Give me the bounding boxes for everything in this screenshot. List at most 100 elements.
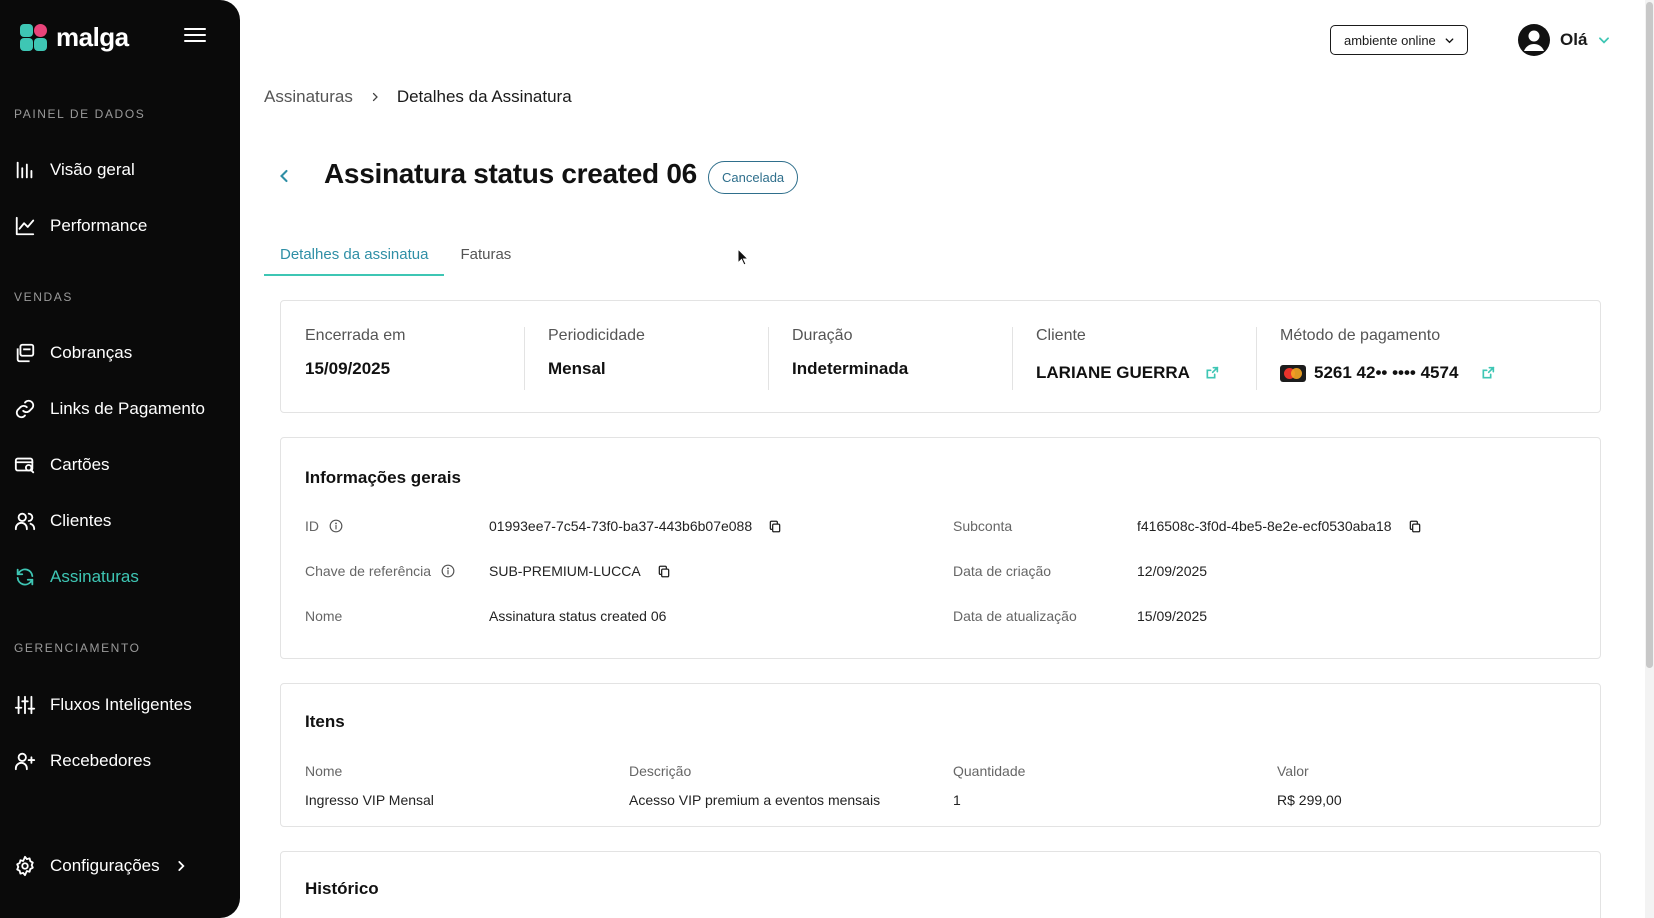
subaccount-value: f416508c-3f0d-4be5-8e2e-ecf0530aba18 (1137, 518, 1422, 534)
name-value: Assinatura status created 06 (489, 608, 667, 624)
row-label-text: ID (305, 518, 319, 534)
sidebar-item-performance[interactable]: Performance (14, 206, 224, 246)
duration-value: Indeterminada (792, 359, 909, 378)
sidebar-item-visao-geral[interactable]: Visão geral (14, 150, 224, 190)
summary-label: Cliente (1036, 327, 1086, 344)
avatar-icon (1518, 24, 1550, 56)
sidebar-item-label: Fluxos Inteligentes (50, 695, 192, 714)
sidebar-item-links-de-pagamento[interactable]: Links de Pagamento (14, 389, 224, 429)
sidebar-item-recebedores[interactable]: Recebedores (14, 741, 224, 781)
link-icon (15, 399, 35, 419)
sidebar-item-cartoes[interactable]: Cartões (14, 445, 224, 485)
card-title: Itens (305, 712, 345, 731)
column-header-value: Valor (1277, 763, 1309, 779)
summary-value: 5261 42•• •••• 4574 (1280, 363, 1596, 383)
summary-label: Encerrada em (305, 327, 406, 344)
card-title: Histórico (305, 879, 379, 898)
section-vendas: VENDAS (14, 290, 73, 304)
summary-period: Periodicidade Mensal (524, 327, 768, 412)
item-value: R$ 299,00 (1277, 792, 1342, 808)
scrollbar-thumb[interactable] (1646, 2, 1653, 668)
logo-mark-icon (20, 23, 48, 52)
reference-value: SUB-PREMIUM-LUCCA (489, 563, 671, 579)
external-link-icon[interactable] (1204, 365, 1220, 381)
item-name: Ingresso VIP Mensal (305, 792, 434, 808)
summary-value: LARIANE GUERRA (1036, 363, 1256, 383)
updated-value: 15/09/2025 (1137, 608, 1208, 624)
back-button[interactable] (274, 165, 294, 187)
created-value: 12/09/2025 (1137, 563, 1208, 579)
summary-value: Indeterminada (792, 359, 1012, 379)
user-plus-icon (14, 752, 36, 771)
sidebar-item-label: Cartões (50, 455, 110, 474)
id-text: 01993ee7-7c54-73f0-ba37-443b6b07e088 (489, 518, 753, 534)
id-value: 01993ee7-7c54-73f0-ba37-443b6b07e088 (489, 518, 782, 534)
info-icon[interactable] (329, 519, 343, 533)
ended-date: 15/09/2025 (305, 359, 391, 378)
copy-icon[interactable] (657, 564, 671, 579)
summary-ended: Encerrada em 15/09/2025 (281, 327, 524, 412)
summary-payment: Método de pagamento 5261 42•• •••• 4574 (1256, 327, 1596, 412)
chevron-right-icon (372, 92, 378, 102)
users-icon (14, 512, 36, 531)
sidebar-item-label: Cobranças (50, 343, 133, 362)
section-gerenciamento: GERENCIAMENTO (14, 641, 141, 655)
sidebar-item-clientes[interactable]: Clientes (14, 501, 224, 541)
summary-value: Mensal (548, 359, 768, 379)
sidebar-item-label: Recebedores (50, 751, 152, 770)
items-card: Itens Nome Descrição Quantidade Valor In… (280, 683, 1601, 827)
summary-value: 15/09/2025 (305, 359, 524, 379)
card-title: Informações gerais (305, 468, 461, 487)
item-quantity: 1 (953, 792, 961, 808)
copy-icon[interactable] (768, 519, 782, 534)
id-label: ID (305, 518, 343, 534)
sidebar-item-label: Clientes (50, 511, 112, 530)
mouse-cursor-icon (737, 248, 749, 266)
chevron-down-icon (1445, 37, 1454, 43)
sidebar: malga PAINEL DE DADOS Visão geral Perfor… (0, 0, 240, 918)
summary-customer: Cliente LARIANE GUERRA (1012, 327, 1256, 412)
info-icon[interactable] (441, 564, 455, 578)
sidebar-item-label: Links de Pagamento (50, 399, 205, 418)
card-number: 5261 42•• •••• 4574 (1314, 363, 1459, 382)
column-header-quantity: Quantidade (953, 763, 1026, 779)
refresh-icon (16, 568, 34, 586)
user-greeting: Olá (1560, 30, 1588, 49)
line-chart-icon (15, 216, 35, 236)
environment-select-value: ambiente online (1344, 32, 1436, 48)
breadcrumb: Assinaturas Detalhes da Assinatura (264, 87, 572, 107)
status-badge: Cancelada (708, 161, 799, 194)
summary-label: Duração (792, 327, 853, 344)
external-link-icon[interactable] (1480, 365, 1496, 381)
general-info-card: Informações gerais ID 01993ee7-7c54-73f0… (280, 437, 1601, 659)
sidebar-item-cobrancas[interactable]: Cobranças (14, 333, 224, 373)
column-header-name: Nome (305, 763, 343, 779)
menu-toggle-icon[interactable] (184, 28, 206, 46)
tab-detalhes[interactable]: Detalhes da assinatua (264, 238, 445, 276)
copy-icon[interactable] (1408, 519, 1422, 534)
sidebar-item-assinaturas[interactable]: Assinaturas (14, 557, 224, 597)
customer-name: LARIANE GUERRA (1036, 363, 1190, 382)
tab-faturas[interactable]: Faturas (444, 238, 527, 276)
user-menu[interactable]: Olá (1518, 24, 1611, 56)
period-value: Mensal (548, 359, 606, 378)
sidebar-item-label: Configurações (50, 856, 160, 875)
gear-icon (16, 855, 34, 877)
sidebar-item-configuracoes[interactable]: Configurações (14, 846, 224, 886)
chevron-down-icon (1599, 37, 1610, 44)
tabs: Detalhes da assinatua Faturas (264, 238, 527, 276)
subaccount-label: Subconta (953, 518, 1013, 534)
reference-text: SUB-PREMIUM-LUCCA (489, 563, 641, 579)
page-title: Assinatura status created 06 (324, 158, 697, 189)
sidebar-item-fluxos-inteligentes[interactable]: Fluxos Inteligentes (14, 685, 224, 725)
logo[interactable]: malga (20, 22, 129, 53)
sidebar-item-label: Performance (50, 216, 148, 235)
environment-select[interactable]: ambiente online (1330, 25, 1468, 55)
charges-icon (16, 343, 35, 363)
reference-label: Chave de referência (305, 563, 455, 579)
subaccount-text: f416508c-3f0d-4be5-8e2e-ecf0530aba18 (1137, 518, 1392, 534)
updated-label: Data de atualização (953, 608, 1077, 624)
chevron-left-icon (280, 169, 288, 183)
chevron-right-icon (178, 861, 185, 871)
breadcrumb-link-assinaturas[interactable]: Assinaturas (264, 87, 353, 107)
